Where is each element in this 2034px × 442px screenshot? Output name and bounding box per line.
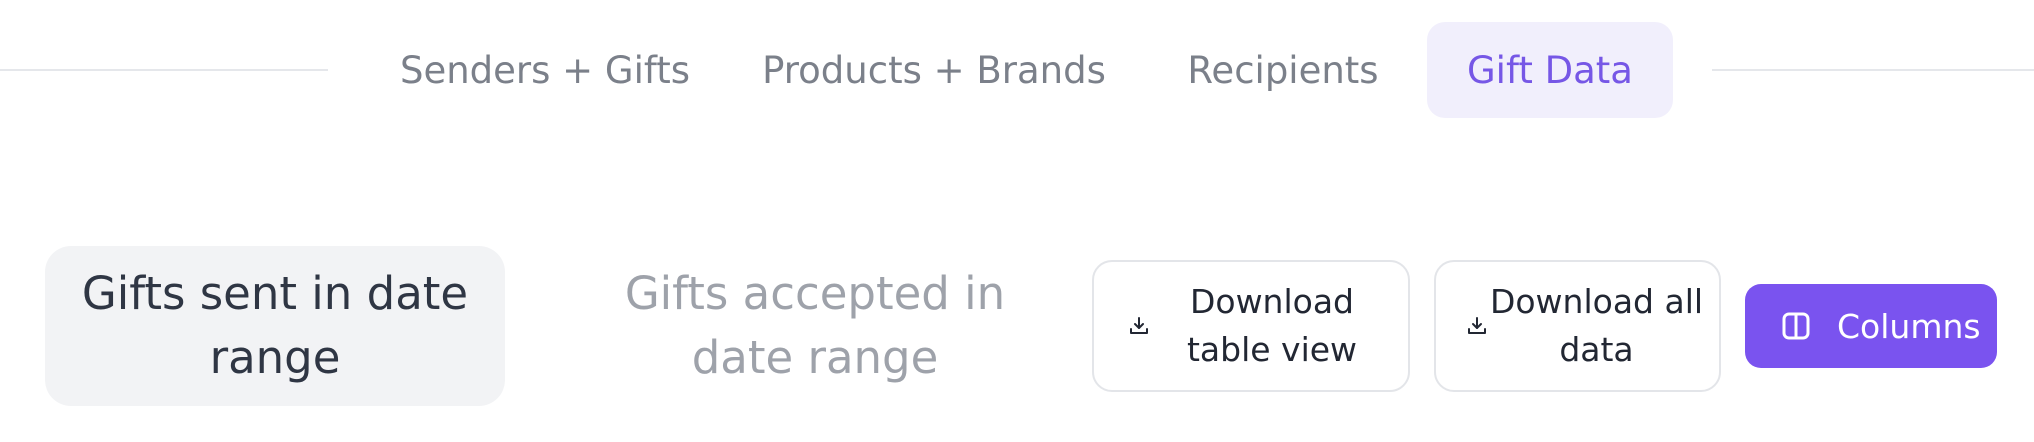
toggle-label: Gifts sent in date range [81,267,469,384]
toggle-gifts-sent[interactable]: Gifts sent in date range [45,246,505,406]
tab-label: Recipients [1187,48,1379,92]
tab-senders-gifts[interactable]: Senders + Gifts [386,22,704,118]
tab-label: Products + Brands [762,48,1106,92]
columns-button[interactable]: Columns [1745,284,1997,368]
tab-products-brands[interactable]: Products + Brands [750,22,1118,118]
download-icon [1128,315,1150,337]
gift-data-page: Senders + Gifts Products + Brands Recipi… [0,0,2034,442]
tab-label: Gift Data [1467,48,1633,92]
download-table-view-label: Download table view [1186,282,1358,369]
toggle-gifts-accepted[interactable]: Gifts accepted in date range [560,246,1070,406]
tab-gift-data[interactable]: Gift Data [1427,22,1673,118]
download-all-data-label: Download all data [1489,282,1704,369]
columns-label: Columns [1837,306,1981,346]
columns-icon [1781,311,1811,341]
download-icon [1466,315,1488,337]
tab-recipients[interactable]: Recipients [1166,22,1400,118]
nav-divider-left [0,69,328,71]
toggle-label: Gifts accepted in date range [624,267,1006,384]
download-table-view-button[interactable]: Download table view [1092,260,1410,392]
tab-label: Senders + Gifts [399,48,691,92]
download-all-data-button[interactable]: Download all data [1434,260,1721,392]
nav-divider-right [1712,69,2034,71]
